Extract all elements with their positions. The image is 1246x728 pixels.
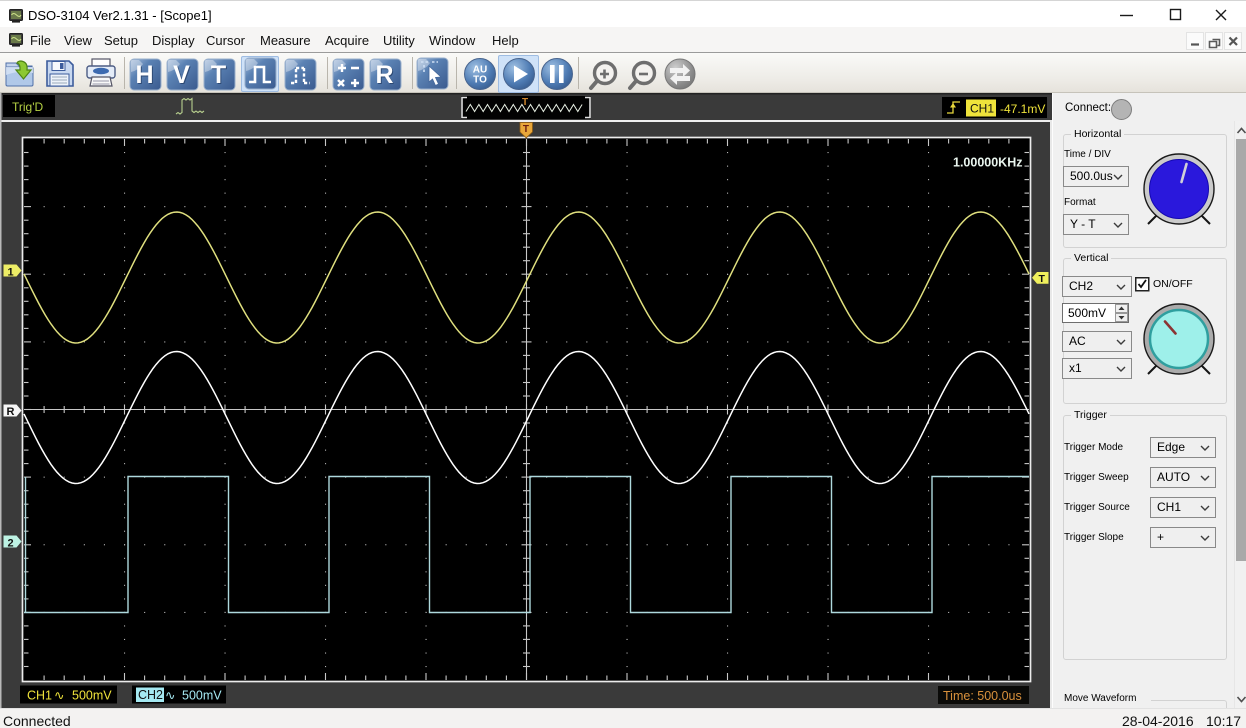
svg-text:T: T: [522, 97, 528, 108]
svg-text:TO: TO: [473, 75, 487, 86]
svg-text:Time: 500.0us: Time: 500.0us: [943, 689, 1022, 703]
svg-text:1: 1: [8, 267, 14, 279]
svg-text:CH2: CH2: [138, 688, 163, 702]
svg-text:∿: ∿: [54, 689, 64, 703]
svg-text:T: T: [211, 61, 226, 89]
svg-text:∿: ∿: [165, 689, 175, 703]
svg-text:500mV: 500mV: [182, 689, 222, 703]
svg-text:T: T: [523, 124, 529, 135]
svg-text:R: R: [7, 406, 15, 418]
svg-text:T: T: [1039, 273, 1046, 285]
svg-text:500mV: 500mV: [72, 689, 112, 703]
svg-text:CH1: CH1: [27, 689, 52, 703]
svg-text:H: H: [135, 61, 153, 89]
svg-text:R: R: [375, 61, 393, 89]
svg-text:1.00000KHz: 1.00000KHz: [953, 156, 1023, 170]
svg-text:-47.1mV: -47.1mV: [1000, 102, 1045, 116]
svg-text:Trig'D: Trig'D: [12, 100, 44, 114]
svg-text:2: 2: [8, 538, 14, 550]
svg-text:V: V: [173, 61, 190, 89]
svg-text:CH1: CH1: [970, 102, 994, 116]
